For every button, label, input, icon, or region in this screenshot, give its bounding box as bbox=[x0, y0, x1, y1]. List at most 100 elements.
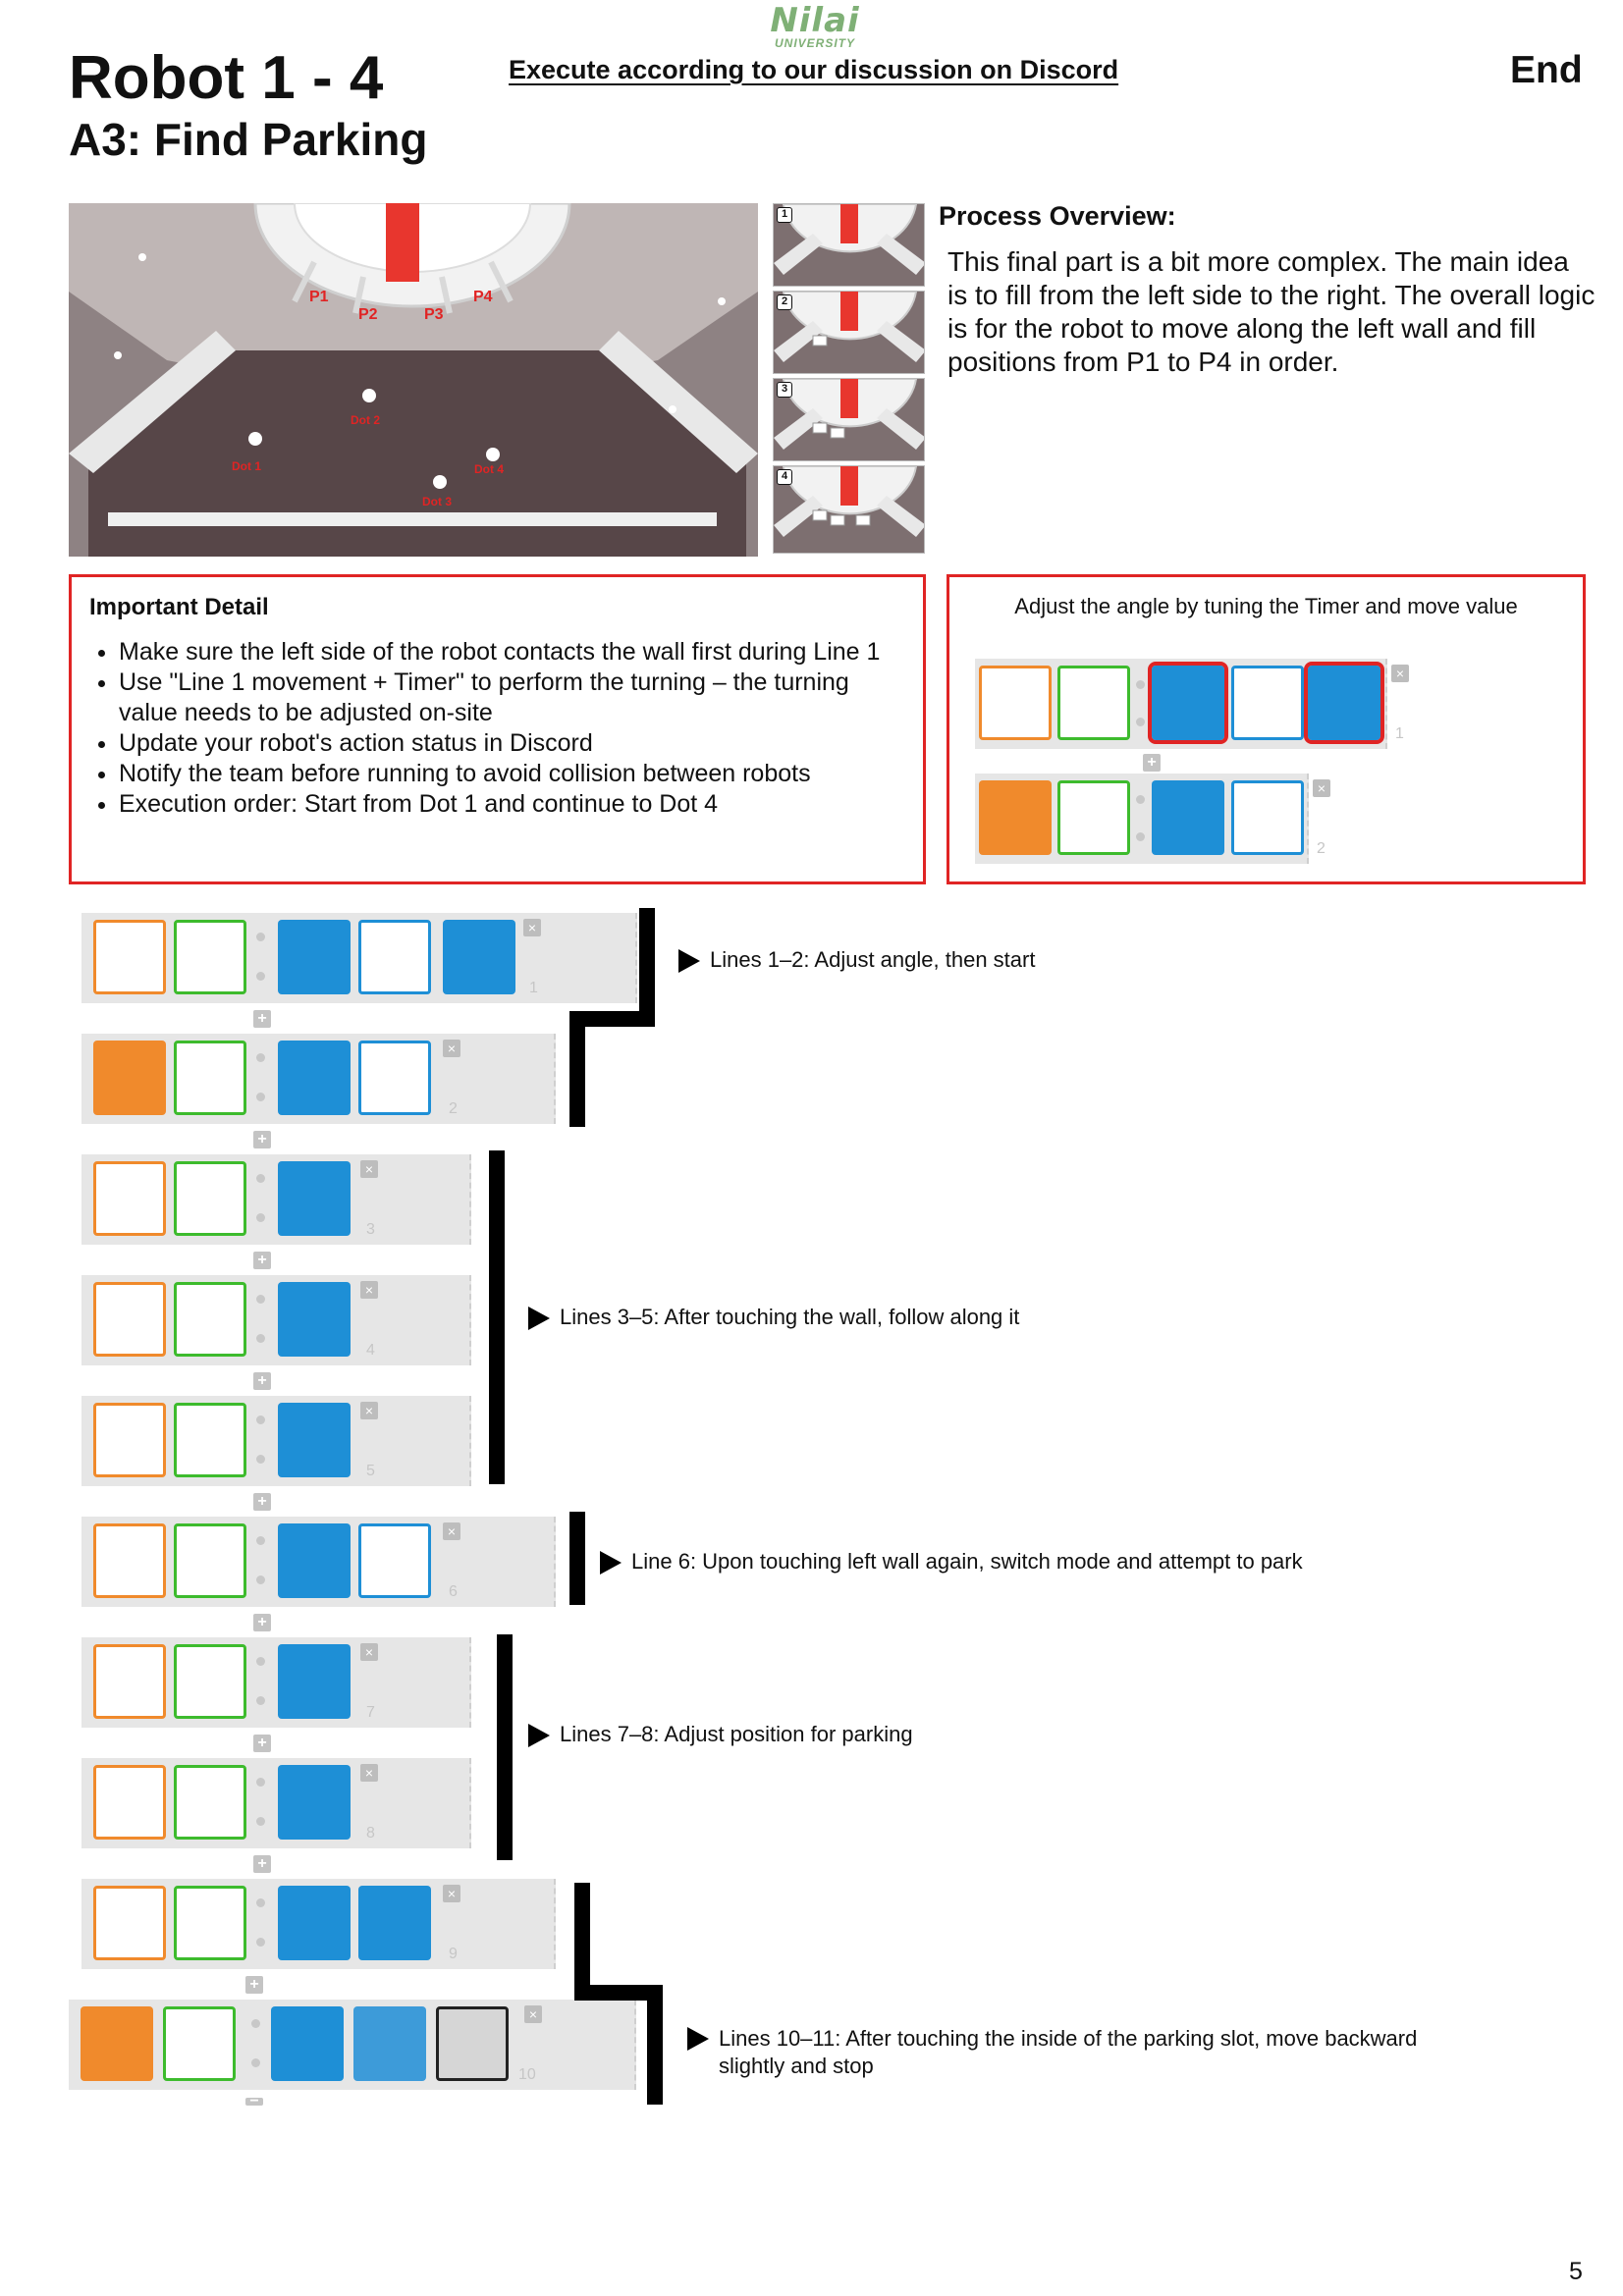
add-line-icon[interactable]: + bbox=[253, 1855, 271, 1873]
arrow-right-icon bbox=[528, 1724, 550, 1748]
motor-block[interactable] bbox=[1231, 666, 1304, 740]
add-line-icon[interactable]: + bbox=[253, 1010, 271, 1028]
move-block[interactable] bbox=[1148, 662, 1228, 744]
move-block[interactable] bbox=[278, 1282, 351, 1357]
move-block[interactable] bbox=[278, 1765, 351, 1840]
add-line-icon[interactable]: + bbox=[245, 1976, 263, 1994]
add-line-icon[interactable]: + bbox=[253, 1614, 271, 1631]
alarm-block[interactable] bbox=[93, 1041, 166, 1115]
touch-sensor-block[interactable] bbox=[93, 1765, 166, 1840]
close-icon[interactable]: × bbox=[360, 1160, 378, 1178]
move-block[interactable] bbox=[278, 1161, 351, 1236]
alarm-block[interactable] bbox=[979, 780, 1052, 855]
touch-sensor-block[interactable] bbox=[93, 920, 166, 994]
motor-block[interactable] bbox=[174, 1886, 246, 1960]
close-icon[interactable]: × bbox=[360, 1643, 378, 1661]
motor-block[interactable] bbox=[1057, 666, 1130, 740]
close-icon[interactable]: × bbox=[360, 1402, 378, 1419]
parking-label-p1: P1 bbox=[309, 289, 329, 305]
move-block[interactable] bbox=[278, 1523, 351, 1598]
motor-block[interactable] bbox=[358, 1523, 431, 1598]
motor-block[interactable] bbox=[174, 920, 246, 994]
close-icon[interactable]: × bbox=[1313, 779, 1330, 797]
touch-sensor-block[interactable] bbox=[93, 1161, 166, 1236]
close-icon[interactable]: × bbox=[360, 1281, 378, 1299]
motor-block[interactable] bbox=[174, 1765, 246, 1840]
motor-block[interactable] bbox=[174, 1523, 246, 1598]
touch-sensor-block[interactable] bbox=[93, 1403, 166, 1477]
add-line-icon[interactable]: + bbox=[253, 1252, 271, 1269]
remove-line-icon[interactable]: − bbox=[245, 2094, 263, 2109]
close-icon[interactable]: × bbox=[523, 919, 541, 936]
close-icon[interactable]: × bbox=[443, 1040, 460, 1057]
move-block[interactable] bbox=[1152, 780, 1224, 855]
touch-sensor-block[interactable] bbox=[93, 1523, 166, 1598]
note-text: Lines 7–8: Adjust position for parking bbox=[560, 1722, 913, 1746]
motor-block[interactable] bbox=[163, 2006, 236, 2081]
motor-block[interactable] bbox=[174, 1161, 246, 1236]
close-icon[interactable]: × bbox=[524, 2005, 542, 2023]
connector-dot bbox=[1136, 718, 1145, 726]
program-line-1[interactable]: × 1 bbox=[81, 913, 637, 1003]
line-number: 8 bbox=[366, 1825, 375, 1842]
bracket-bar bbox=[574, 1883, 590, 2001]
motor-block[interactable] bbox=[174, 1041, 246, 1115]
program-line-2[interactable]: × 2 bbox=[81, 1034, 556, 1124]
motor-block[interactable] bbox=[174, 1644, 246, 1719]
motor-block[interactable] bbox=[174, 1403, 246, 1477]
program-line-10[interactable]: × 10 bbox=[69, 2000, 636, 2090]
touch-sensor-block[interactable] bbox=[93, 1886, 166, 1960]
close-icon[interactable]: × bbox=[443, 1522, 460, 1540]
thumbnail-number: 4 bbox=[777, 469, 792, 485]
move-block[interactable] bbox=[278, 1403, 351, 1477]
university-logo: Nilai UNIVERSITY bbox=[766, 4, 864, 49]
move-block[interactable] bbox=[278, 920, 351, 994]
dot-label-4: Dot 4 bbox=[474, 462, 504, 476]
add-line-icon[interactable]: + bbox=[253, 1131, 271, 1148]
important-item: Execution order: Start from Dot 1 and co… bbox=[119, 789, 905, 820]
alarm-block[interactable] bbox=[81, 2006, 153, 2081]
program-line-9[interactable]: × 9 bbox=[81, 1879, 556, 1969]
move-block[interactable] bbox=[278, 1886, 351, 1960]
adjust-row-1[interactable]: × 1 bbox=[975, 659, 1409, 749]
close-icon[interactable]: × bbox=[360, 1764, 378, 1782]
touch-sensor-block[interactable] bbox=[979, 666, 1052, 740]
touch-sensor-block[interactable] bbox=[93, 1644, 166, 1719]
note-lines-7-8: Lines 7–8: Adjust position for parking bbox=[528, 1721, 913, 1748]
move-block[interactable] bbox=[278, 1644, 351, 1719]
music-block[interactable] bbox=[353, 2006, 426, 2081]
light-block[interactable] bbox=[436, 2006, 509, 2081]
move-block[interactable] bbox=[278, 1041, 351, 1115]
bracket-bar bbox=[639, 908, 655, 1026]
program-line-6[interactable]: × 6 bbox=[81, 1517, 556, 1607]
program-line-3[interactable]: × 3 bbox=[81, 1154, 471, 1245]
add-line-icon[interactable]: + bbox=[253, 1372, 271, 1390]
move-block[interactable] bbox=[271, 2006, 344, 2081]
arrow-right-icon bbox=[687, 2027, 709, 2051]
motor-block[interactable] bbox=[1231, 780, 1304, 855]
program-line-8[interactable]: × 8 bbox=[81, 1758, 471, 1848]
bracket-bar bbox=[489, 1150, 505, 1484]
motor-block[interactable] bbox=[358, 920, 431, 994]
process-overview-text: This final part is a bit more complex. T… bbox=[947, 246, 1596, 377]
close-icon[interactable]: × bbox=[443, 1885, 460, 1902]
motor-block[interactable] bbox=[358, 1041, 431, 1115]
timer-block[interactable] bbox=[443, 920, 515, 994]
connector-dot bbox=[256, 1778, 265, 1787]
program-line-5[interactable]: × 5 bbox=[81, 1396, 471, 1486]
timer-block[interactable] bbox=[358, 1886, 431, 1960]
adjust-row-2[interactable]: × 2 bbox=[975, 774, 1330, 864]
add-line-icon[interactable]: + bbox=[253, 1735, 271, 1752]
add-line-icon[interactable]: + bbox=[1143, 754, 1161, 772]
close-icon[interactable]: × bbox=[1391, 665, 1409, 682]
bracket-bar bbox=[497, 1634, 513, 1860]
add-line-icon[interactable]: + bbox=[253, 1493, 271, 1511]
program-line-7[interactable]: × 7 bbox=[81, 1637, 471, 1728]
timer-block[interactable] bbox=[1304, 662, 1384, 744]
program-line-4[interactable]: × 4 bbox=[81, 1275, 471, 1365]
touch-sensor-block[interactable] bbox=[93, 1282, 166, 1357]
motor-block[interactable] bbox=[1057, 780, 1130, 855]
important-item: Use "Line 1 movement + Timer" to perform… bbox=[119, 667, 905, 728]
parking-label-p2: P2 bbox=[358, 306, 378, 323]
motor-block[interactable] bbox=[174, 1282, 246, 1357]
